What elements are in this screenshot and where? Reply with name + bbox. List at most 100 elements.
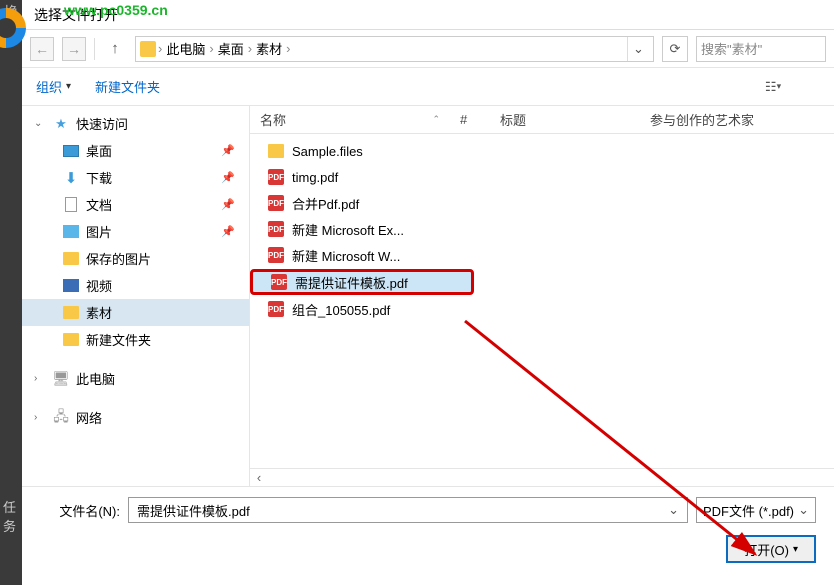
tree-label: 文档: [86, 195, 112, 214]
tree-downloads[interactable]: ⬇ 下载 📌: [22, 164, 249, 191]
folder-icon: [63, 252, 79, 265]
organize-label: 组织: [36, 77, 62, 96]
column-number[interactable]: #: [450, 112, 490, 127]
tree-label: 桌面: [86, 141, 112, 160]
app-sidebar-dark: 换 任务: [0, 0, 22, 585]
breadcrumb-sep: ›: [209, 41, 213, 56]
tree-new-folder[interactable]: 新建文件夹: [22, 326, 249, 353]
folder-icon: [268, 144, 284, 158]
content-area: ⌄ ★ 快速访问 桌面 📌 ⬇ 下载 📌 文档 📌 图片: [22, 106, 834, 486]
file-row[interactable]: PDF 组合_105055.pdf: [250, 296, 834, 322]
file-name: 需提供证件模板.pdf: [295, 273, 408, 292]
file-list: 名称⌃ # 标题 参与创作的艺术家 Sample.files PDFtimg.pd…: [250, 106, 834, 486]
toolbar: 组织 ▾ 新建文件夹 ☷ ▾: [22, 68, 834, 106]
help-button[interactable]: [794, 75, 820, 99]
folder-icon: [140, 41, 156, 57]
watermark-text: www.pc0359.cn: [64, 2, 168, 18]
breadcrumb-item[interactable]: 桌面: [216, 39, 246, 58]
folder-icon: [63, 333, 79, 346]
address-bar: ← → ↑ › 此电脑 › 桌面 › 素材 › ⌄ ⟳ 搜索"素材": [22, 30, 834, 68]
tree-desktop[interactable]: 桌面 📌: [22, 137, 249, 164]
tree-saved-pics[interactable]: 保存的图片: [22, 245, 249, 272]
pdf-icon: PDF: [268, 195, 284, 211]
chevron-down-icon[interactable]: ⌄: [668, 502, 679, 518]
chevron-down-icon: ⌄: [798, 502, 809, 518]
file-row[interactable]: PDF 需提供证件模板.pdf: [250, 269, 474, 295]
new-folder-label: 新建文件夹: [95, 77, 160, 96]
file-name: Sample.files: [292, 144, 363, 159]
caret-icon: ›: [34, 373, 46, 384]
file-row[interactable]: PDF 合并Pdf.pdf: [250, 190, 834, 216]
split-chevron-icon: ▾: [793, 544, 798, 555]
view-options-button[interactable]: ☷ ▾: [760, 75, 786, 99]
organize-menu[interactable]: 组织 ▾: [36, 77, 71, 96]
nav-up-button[interactable]: ↑: [103, 37, 127, 61]
open-button[interactable]: 打开(O) ▾: [726, 535, 816, 563]
file-name: 新建 Microsoft Ex...: [292, 220, 404, 239]
open-label: 打开(O): [744, 540, 789, 559]
file-filter-dropdown[interactable]: PDF文件 (*.pdf) ⌄: [696, 497, 816, 523]
file-row[interactable]: PDF新建 Microsoft Ex...: [250, 216, 834, 242]
tree-pictures[interactable]: 图片 📌: [22, 218, 249, 245]
pdf-icon: PDF: [268, 169, 284, 185]
tree-label: 新建文件夹: [86, 330, 151, 349]
tree-video[interactable]: 视频: [22, 272, 249, 299]
tree-this-pc[interactable]: › 🖥 此电脑: [22, 365, 249, 392]
folder-icon: [63, 306, 79, 319]
caret-icon: ›: [34, 412, 46, 423]
caret-icon: ⌄: [34, 118, 46, 129]
nav-back-button[interactable]: ←: [30, 37, 54, 61]
filename-input[interactable]: 需提供证件模板.pdf ⌄: [128, 497, 688, 523]
app-logo-icon: [0, 4, 30, 52]
pin-icon: 📌: [221, 144, 235, 157]
star-icon: ★: [52, 116, 70, 132]
chevron-down-icon: ▾: [66, 81, 71, 92]
pin-icon: 📌: [221, 171, 235, 184]
tree-label: 视频: [86, 276, 112, 295]
file-name: 新建 Microsoft W...: [292, 246, 400, 265]
breadcrumb-sep: ›: [286, 41, 290, 56]
sidebar-char-bottom: 任务: [3, 497, 16, 535]
breadcrumb-item[interactable]: 此电脑: [164, 39, 207, 58]
video-icon: [63, 279, 79, 292]
file-row[interactable]: Sample.files: [250, 138, 834, 164]
refresh-button[interactable]: ⟳: [662, 36, 688, 62]
file-name: 组合_105055.pdf: [292, 300, 390, 319]
filter-value: PDF文件 (*.pdf): [703, 501, 794, 520]
scroll-left-icon[interactable]: ‹: [250, 470, 268, 485]
tree-quick-access[interactable]: ⌄ ★ 快速访问: [22, 110, 249, 137]
pdf-icon: PDF: [268, 301, 284, 317]
nav-forward-button[interactable]: →: [62, 37, 86, 61]
tree-material[interactable]: 素材: [22, 299, 249, 326]
pdf-icon: PDF: [271, 274, 287, 290]
tree-label: 图片: [86, 222, 112, 241]
dialog-window: 选择文件打开 www.pc0359.cn ← → ↑ › 此电脑 › 桌面 › …: [22, 0, 834, 585]
tree-label: 网络: [76, 408, 102, 427]
tree-network[interactable]: › 🖧 网络: [22, 404, 249, 431]
breadcrumb[interactable]: › 此电脑 › 桌面 › 素材 › ⌄: [135, 36, 654, 62]
column-name[interactable]: 名称⌃: [250, 110, 450, 129]
new-folder-button[interactable]: 新建文件夹: [95, 77, 160, 96]
file-row[interactable]: PDF新建 Microsoft W...: [250, 242, 834, 268]
nav-tree: ⌄ ★ 快速访问 桌面 📌 ⬇ 下载 📌 文档 📌 图片: [22, 106, 250, 486]
dialog-footer: 文件名(N): 需提供证件模板.pdf ⌄ PDF文件 (*.pdf) ⌄ 打开…: [22, 486, 834, 573]
column-title[interactable]: 标题: [490, 110, 640, 129]
download-icon: ⬇: [62, 170, 80, 186]
column-artist[interactable]: 参与创作的艺术家: [640, 110, 790, 129]
breadcrumb-item[interactable]: 素材: [254, 39, 284, 58]
file-name: 合并Pdf.pdf: [292, 194, 359, 213]
file-row[interactable]: PDFtimg.pdf: [250, 164, 834, 190]
horizontal-scrollbar[interactable]: ‹: [250, 468, 834, 486]
pin-icon: 📌: [221, 225, 235, 238]
tree-label: 快速访问: [76, 114, 128, 133]
picture-icon: [63, 225, 79, 238]
path-dropdown-icon[interactable]: ⌄: [627, 37, 649, 61]
tree-label: 保存的图片: [86, 249, 151, 268]
network-icon: 🖧: [52, 410, 70, 426]
nav-separator: [94, 38, 95, 60]
pc-icon: 🖥: [52, 371, 70, 387]
search-input[interactable]: 搜索"素材": [696, 36, 826, 62]
file-list-body: Sample.filesPDFtimg.pdfPDF合并Pdf.pdfPDF新建…: [250, 134, 834, 326]
tree-documents[interactable]: 文档 📌: [22, 191, 249, 218]
tree-label: 此电脑: [76, 369, 115, 388]
